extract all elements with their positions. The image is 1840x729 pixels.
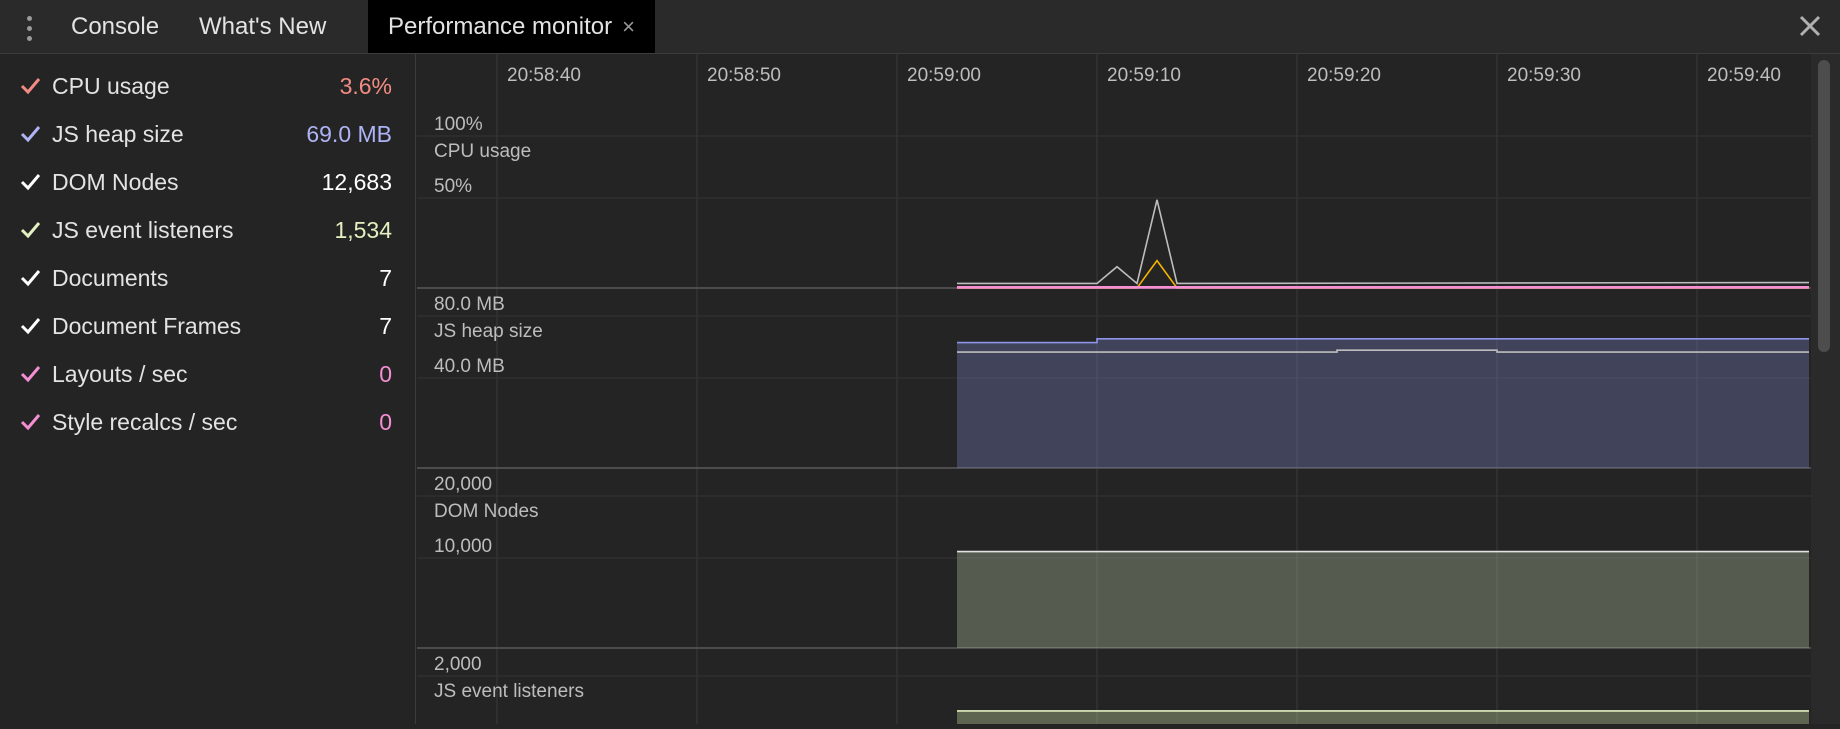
check-mark xyxy=(20,414,41,431)
y-tick-label: 50% xyxy=(434,176,472,197)
tab-close-icon[interactable]: × xyxy=(622,14,635,39)
check-icon[interactable] xyxy=(18,266,42,290)
metric-label: CPU usage xyxy=(52,73,170,99)
check-icon[interactable] xyxy=(18,314,42,338)
check-mark xyxy=(20,126,41,143)
metric-document-frames[interactable]: Document Frames 7 xyxy=(0,306,400,354)
check-icon[interactable] xyxy=(18,362,42,386)
tab-label: Console xyxy=(71,13,160,40)
tab-whats-new[interactable]: What's New xyxy=(199,0,326,53)
metric-value: 1,534 xyxy=(334,217,392,243)
check-mark xyxy=(20,318,41,335)
metric-dom-nodes[interactable]: DOM Nodes 12,683 xyxy=(0,162,400,210)
tab-performance-monitor[interactable]: Performance monitor × xyxy=(368,0,655,53)
y-tick-label: 2,000 xyxy=(434,654,482,675)
scrollbar-thumb[interactable] xyxy=(1818,60,1830,352)
y-tick-label: 100% xyxy=(434,114,483,135)
metric-label: Document Frames xyxy=(52,313,242,339)
time-tick-label: 20:59:40 xyxy=(1707,65,1781,86)
metric-layouts-per-sec[interactable]: Layouts / sec 0 xyxy=(0,354,400,402)
check-mark xyxy=(20,366,41,383)
chart-title: JS heap size xyxy=(434,321,543,342)
time-tick-label: 20:59:20 xyxy=(1307,65,1381,86)
metrics-sidebar: CPU usage 3.6% JS heap size 69.0 MB DOM … xyxy=(0,54,416,724)
metric-label: Layouts / sec xyxy=(52,361,188,387)
metric-value: 0 xyxy=(379,361,392,387)
y-tick-label: 40.0 MB xyxy=(434,356,505,377)
metric-style-recalcs-per-sec[interactable]: Style recalcs / sec 0 xyxy=(0,402,400,450)
metric-cpu-usage[interactable]: CPU usage 3.6% xyxy=(0,66,400,114)
metric-value: 12,683 xyxy=(321,169,392,195)
metric-label: Style recalcs / sec xyxy=(52,409,238,435)
check-mark xyxy=(20,222,41,239)
series-line xyxy=(957,199,1810,285)
metric-label: JS event listeners xyxy=(52,217,234,243)
chart-title: DOM Nodes xyxy=(434,501,539,522)
tab-label: Performance monitor xyxy=(388,13,613,40)
y-tick-label: 10,000 xyxy=(434,536,492,557)
check-icon[interactable] xyxy=(18,74,42,98)
metric-js-heap-size[interactable]: JS heap size 69.0 MB xyxy=(0,114,400,162)
perf-charts-svg: 20:58:40 20:58:50 20:59:00 20:59:10 20:59:20… xyxy=(417,54,1811,729)
perf-charts: 20:58:40 20:58:50 20:59:00 20:59:10 20:59:20… xyxy=(417,54,1811,729)
metric-documents[interactable]: Documents 7 xyxy=(0,258,400,306)
metric-value: 7 xyxy=(379,313,392,339)
metric-value: 7 xyxy=(379,265,392,291)
check-icon[interactable] xyxy=(18,170,42,194)
time-tick-label: 20:59:00 xyxy=(907,65,981,86)
chart-title: JS event listeners xyxy=(434,681,584,702)
y-tick-label: 80.0 MB xyxy=(434,294,505,315)
metric-value: 69.0 MB xyxy=(306,121,392,147)
metric-label: DOM Nodes xyxy=(52,169,179,195)
check-icon[interactable] xyxy=(18,218,42,242)
time-tick-label: 20:58:40 xyxy=(507,65,581,86)
metric-label: JS heap size xyxy=(52,121,184,147)
check-icon[interactable] xyxy=(18,410,42,434)
chart-title: CPU usage xyxy=(434,141,531,162)
close-icon[interactable] xyxy=(1796,12,1824,40)
y-tick-label: 20,000 xyxy=(434,474,492,495)
series-area xyxy=(957,338,1809,468)
metric-label: Documents xyxy=(52,265,169,291)
tab-console[interactable]: Console xyxy=(71,0,159,53)
metric-value: 0 xyxy=(379,409,392,435)
time-tick-label: 20:59:30 xyxy=(1507,65,1581,86)
tab-label: What's New xyxy=(199,13,327,40)
check-mark xyxy=(20,78,41,95)
check-mark xyxy=(20,270,41,287)
check-icon[interactable] xyxy=(18,122,42,146)
check-mark xyxy=(20,174,41,191)
drawer-tab-bar: Console What's New Performance monitor × xyxy=(0,0,1840,54)
series-area xyxy=(957,551,1809,648)
time-tick-label: 20:59:10 xyxy=(1107,65,1181,86)
series-area xyxy=(957,710,1809,729)
time-tick-label: 20:58:50 xyxy=(707,65,781,86)
metric-value: 3.6% xyxy=(339,73,392,99)
more-vertical-icon[interactable] xyxy=(14,12,44,44)
metric-js-event-listeners[interactable]: JS event listeners 1,534 xyxy=(0,210,400,258)
